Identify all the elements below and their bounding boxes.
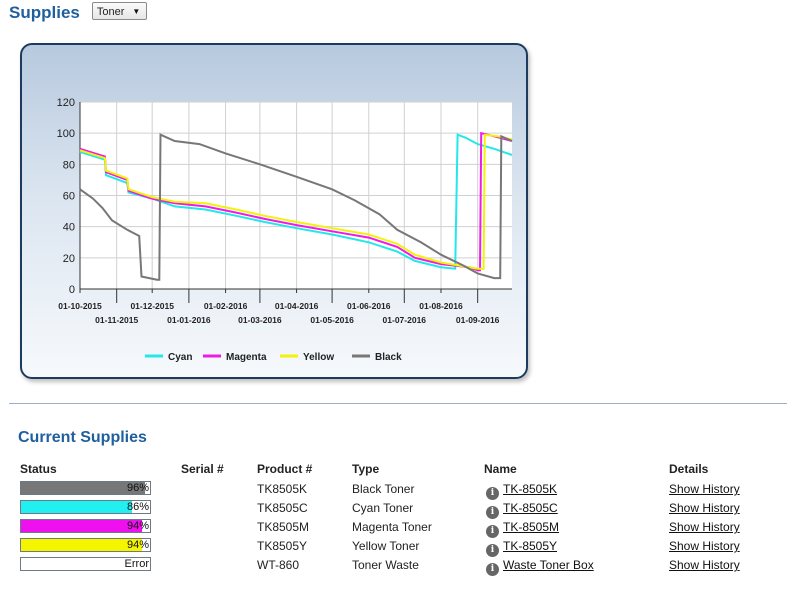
supply-name-link[interactable]: TK-8505M [503, 520, 559, 534]
current-supplies-title: Current Supplies [18, 429, 147, 446]
name-cell: i TK-8505K [486, 482, 557, 500]
supply-level-bar: 86% [20, 500, 151, 514]
y-tick-label: 20 [63, 253, 75, 265]
page-title: Supplies [9, 3, 80, 22]
page-header: Supplies Toner ▼ [9, 2, 148, 23]
name-cell: i TK-8505M [486, 520, 559, 538]
chevron-down-icon: ▼ [132, 7, 141, 16]
table-row: 94% TK8505Y Yellow Toner i TK-8505Y Show Hist… [20, 537, 780, 557]
supply-level-fill [21, 501, 132, 513]
type-cell: Magenta Toner [352, 520, 432, 534]
info-icon[interactable]: i [486, 563, 499, 576]
legend-label-black: Black [375, 352, 402, 363]
y-tick-label: 100 [57, 128, 75, 140]
x-tick-label: 01-11-2015 [95, 315, 138, 325]
supply-name-link[interactable]: TK-8505C [503, 501, 558, 515]
x-tick-label: 01-02-2016 [204, 301, 248, 311]
legend-label-yellow: Yellow [303, 352, 334, 363]
show-history-link[interactable]: Show History [669, 520, 740, 534]
x-tick-label: 01-03-2016 [238, 315, 282, 325]
table-row: 96% TK8505K Black Toner i TK-8505K Show Histo… [20, 480, 780, 500]
show-history-link[interactable]: Show History [669, 558, 740, 572]
col-head-status: Status [20, 462, 57, 476]
supply-level-bar: 94% [20, 538, 151, 552]
show-history-link[interactable]: Show History [669, 539, 740, 553]
supply-level-text: 94% [126, 520, 149, 532]
col-head-product: Product # [257, 462, 313, 476]
y-tick-label: 40 [63, 222, 75, 234]
table-row: 86% TK8505C Cyan Toner i TK-8505C Show Histor… [20, 499, 780, 519]
x-tick-label: 01-04-2016 [275, 301, 319, 311]
x-tick-label: 01-09-2016 [456, 315, 500, 325]
supply-level-fill [21, 520, 143, 532]
type-cell: Black Toner [352, 482, 415, 496]
supply-level-bar: Error [20, 557, 151, 571]
supply-level-text: 86% [126, 501, 149, 513]
supply-level-bar: 96% [20, 481, 151, 495]
name-cell: i TK-8505Y [486, 539, 557, 557]
y-tick-label: 0 [69, 284, 75, 296]
y-tick-label: 60 [63, 191, 75, 203]
col-head-type: Type [352, 462, 380, 476]
chart-svg: 0 20 40 60 80 100 120 01-10-2015 01-11-2015 01-12… [57, 97, 513, 363]
col-head-serial: Serial # [181, 462, 224, 476]
supply-history-chart: 0 20 40 60 80 100 120 01-10-2015 01-11-2015 01-12… [20, 43, 528, 379]
supply-name-link[interactable]: TK-8505Y [503, 539, 557, 553]
x-tick-label: 01-06-2016 [347, 301, 391, 311]
supply-type-dropdown[interactable]: Toner ▼ [91, 2, 148, 20]
type-cell: Toner Waste [352, 558, 419, 572]
details-cell: Show History [669, 539, 740, 553]
x-tick-label: 01-08-2016 [419, 301, 463, 311]
section-divider [9, 403, 787, 404]
x-tick-label: 01-12-2015 [130, 301, 174, 311]
name-cell: i TK-8505C [486, 501, 558, 519]
legend-label-cyan: Cyan [168, 352, 192, 363]
supply-name-link[interactable]: TK-8505K [503, 482, 557, 496]
product-cell: TK8505C [257, 501, 308, 515]
supply-level-text: Error [124, 558, 149, 570]
x-tick-label: 01-01-2016 [167, 315, 211, 325]
supply-level-fill [21, 539, 143, 551]
show-history-link[interactable]: Show History [669, 482, 740, 496]
product-cell: TK8505K [257, 482, 308, 496]
legend-label-magenta: Magenta [226, 352, 267, 363]
supply-name-link[interactable]: Waste Toner Box [503, 558, 594, 572]
product-cell: WT-860 [257, 558, 300, 572]
dropdown-selected-value: Toner [96, 5, 125, 18]
name-cell: i Waste Toner Box [486, 558, 594, 576]
y-tick-label: 80 [63, 159, 75, 171]
supply-level-bar: 94% [20, 519, 151, 533]
x-tick-label: 01-05-2016 [310, 315, 354, 325]
y-tick-label: 120 [57, 97, 75, 109]
details-cell: Show History [669, 501, 740, 515]
col-head-details: Details [669, 462, 709, 476]
details-cell: Show History [669, 520, 740, 534]
supply-level-text: 94% [126, 539, 149, 551]
x-tick-label: 01-07-2016 [383, 315, 427, 325]
type-cell: Cyan Toner [352, 501, 414, 515]
table-row: Error WT-860 Toner Waste i Waste Toner Box Sh… [20, 556, 780, 576]
col-head-name: Name [484, 462, 517, 476]
x-tick-label: 01-10-2015 [58, 301, 102, 311]
product-cell: TK8505M [257, 520, 310, 534]
table-row: 94% TK8505M Magenta Toner i TK-8505M Show His… [20, 518, 780, 538]
supply-level-text: 96% [126, 482, 149, 494]
product-cell: TK8505Y [257, 539, 308, 553]
details-cell: Show History [669, 482, 740, 496]
type-cell: Yellow Toner [352, 539, 420, 553]
show-history-link[interactable]: Show History [669, 501, 740, 515]
details-cell: Show History [669, 558, 740, 572]
